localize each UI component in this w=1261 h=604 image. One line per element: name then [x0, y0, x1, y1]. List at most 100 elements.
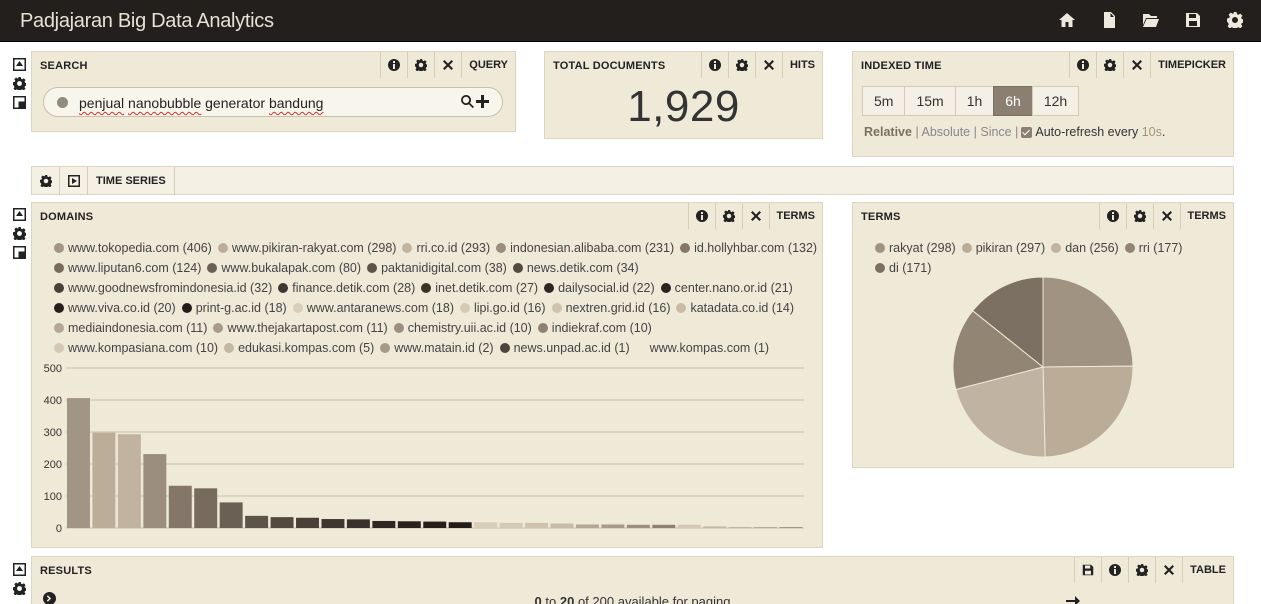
close-icon[interactable] — [741, 203, 769, 229]
row-settings-icon[interactable] — [13, 227, 26, 240]
panel-type-label[interactable]: HITS — [781, 52, 822, 78]
bar[interactable] — [550, 523, 574, 528]
bar[interactable] — [372, 520, 396, 528]
bar[interactable] — [92, 432, 116, 528]
bar[interactable] — [448, 522, 472, 528]
legend-item[interactable]: center.nano.or.id (21) — [660, 278, 793, 298]
bar[interactable] — [270, 517, 294, 528]
panel-type-label[interactable]: QUERY — [461, 52, 515, 78]
bar[interactable] — [652, 524, 676, 528]
time-range-6h-button[interactable]: 6h — [993, 86, 1033, 116]
bar[interactable] — [499, 522, 523, 528]
legend-item[interactable]: chemistry.uii.ac.id (10) — [393, 318, 532, 338]
legend-item[interactable]: www.goodnewsfromindonesia.id (32) — [54, 278, 272, 298]
collapse-row-icon[interactable] — [13, 208, 26, 221]
legend-item[interactable]: www.liputan6.com (124) — [54, 258, 201, 278]
query-color-dot[interactable] — [57, 97, 68, 108]
legend-item[interactable]: www.viva.co.id (20) — [54, 298, 176, 318]
legend-item[interactable]: nextren.grid.id (16) — [551, 298, 670, 318]
close-icon[interactable] — [1123, 52, 1150, 78]
bar[interactable] — [194, 488, 218, 528]
collapse-row-icon[interactable] — [13, 563, 26, 576]
legend-item[interactable]: inet.detik.com (27) — [421, 278, 538, 298]
mode-absolute-link[interactable]: Absolute — [921, 125, 970, 139]
gear-icon[interactable] — [407, 52, 434, 78]
legend-item[interactable]: www.antaranews.com (18) — [292, 298, 454, 318]
panel-title[interactable]: TIME SERIES — [88, 167, 175, 195]
legend-item[interactable]: mediaindonesia.com (11) — [54, 318, 207, 338]
search-icon[interactable] — [461, 95, 474, 111]
bar[interactable] — [575, 524, 599, 528]
bar[interactable] — [474, 522, 498, 528]
query-word[interactable]: bandung — [269, 95, 324, 111]
gear-icon[interactable] — [1128, 557, 1155, 583]
bar[interactable] — [626, 524, 650, 528]
bar[interactable] — [296, 517, 319, 528]
expand-panel-icon[interactable] — [60, 167, 88, 195]
panel-type-label[interactable]: TIMEPICKER — [1150, 52, 1233, 78]
gear-icon[interactable] — [32, 167, 60, 195]
time-range-12h-button[interactable]: 12h — [1031, 86, 1080, 116]
query-word[interactable]: nanobubble — [128, 95, 201, 111]
search-input[interactable]: penjual nanobubble generator bandung — [43, 87, 503, 117]
panel-type-label[interactable]: TERMS — [1179, 203, 1234, 229]
time-range-1h-button[interactable]: 1h — [954, 86, 995, 116]
legend-item[interactable]: www.bukalapak.com (80) — [207, 258, 361, 278]
panel-type-label[interactable]: TABLE — [1182, 557, 1233, 583]
gear-icon[interactable] — [1125, 203, 1153, 229]
gear-icon[interactable] — [1096, 52, 1123, 78]
legend-item[interactable]: id.hollyhbar.com (132) — [680, 238, 817, 258]
save-icon[interactable] — [1185, 12, 1201, 28]
bar[interactable] — [219, 502, 243, 528]
collapse-row-icon[interactable] — [13, 58, 26, 71]
info-icon[interactable] — [380, 52, 407, 78]
legend-item[interactable]: dailysocial.id (22) — [544, 278, 655, 298]
legend-item[interactable]: edukasi.kompas.com (5) — [224, 338, 374, 358]
legend-item[interactable]: www.pikiran-rakyat.com (298) — [217, 238, 396, 258]
auto-refresh-interval[interactable]: 10s — [1142, 125, 1162, 139]
query-word[interactable]: generator — [205, 95, 265, 111]
save-icon[interactable] — [1074, 557, 1101, 583]
new-dashboard-icon[interactable] — [1101, 12, 1117, 28]
bar[interactable] — [397, 521, 421, 528]
gear-icon[interactable] — [727, 52, 755, 78]
bar[interactable] — [423, 521, 447, 528]
panel-type-label[interactable]: TERMS — [768, 203, 823, 229]
legend-item[interactable]: dan (256) — [1051, 238, 1119, 258]
settings-icon[interactable] — [1227, 12, 1243, 28]
row-settings-icon[interactable] — [13, 77, 26, 90]
bar[interactable] — [67, 398, 90, 528]
home-icon[interactable] — [1059, 12, 1075, 28]
bar[interactable] — [168, 485, 192, 528]
legend-item[interactable]: rri.co.id (293) — [402, 238, 490, 258]
legend-item[interactable]: finance.detik.com (28) — [278, 278, 415, 298]
bar[interactable] — [143, 454, 167, 528]
legend-item[interactable]: lipi.go.id (16) — [459, 298, 546, 318]
legend-item[interactable]: rakyat (298) — [875, 238, 956, 258]
bar[interactable] — [728, 527, 752, 528]
bar[interactable] — [525, 522, 549, 528]
info-icon[interactable] — [687, 203, 715, 229]
legend-item[interactable]: www.matain.id (2) — [380, 338, 494, 358]
bar[interactable] — [321, 519, 345, 528]
app-title[interactable]: Padjajaran Big Data Analytics — [20, 10, 274, 33]
auto-refresh-checkbox[interactable] — [1021, 127, 1033, 138]
legend-item[interactable]: pikiran (297) — [961, 238, 1045, 258]
bar[interactable] — [677, 524, 701, 528]
add-panel-icon[interactable] — [13, 96, 26, 109]
legend-item[interactable]: www.kompas.com (1) — [636, 338, 769, 358]
gear-icon[interactable] — [714, 203, 742, 229]
time-range-5m-button[interactable]: 5m — [862, 86, 906, 116]
mode-since-link[interactable]: Since — [980, 125, 1011, 139]
legend-item[interactable]: rri (177) — [1124, 238, 1182, 258]
add-query-icon[interactable] — [476, 95, 489, 111]
legend-item[interactable]: print-g.ac.id (18) — [181, 298, 287, 318]
search-query-text[interactable]: penjual nanobubble generator bandung — [79, 95, 323, 111]
add-panel-icon[interactable] — [13, 246, 26, 259]
legend-item[interactable]: www.kompasiana.com (10) — [54, 338, 218, 358]
bar[interactable] — [601, 524, 625, 528]
info-icon[interactable] — [1098, 203, 1126, 229]
bar[interactable] — [117, 434, 141, 528]
row-settings-icon[interactable] — [13, 582, 26, 595]
info-icon[interactable] — [1101, 557, 1128, 583]
